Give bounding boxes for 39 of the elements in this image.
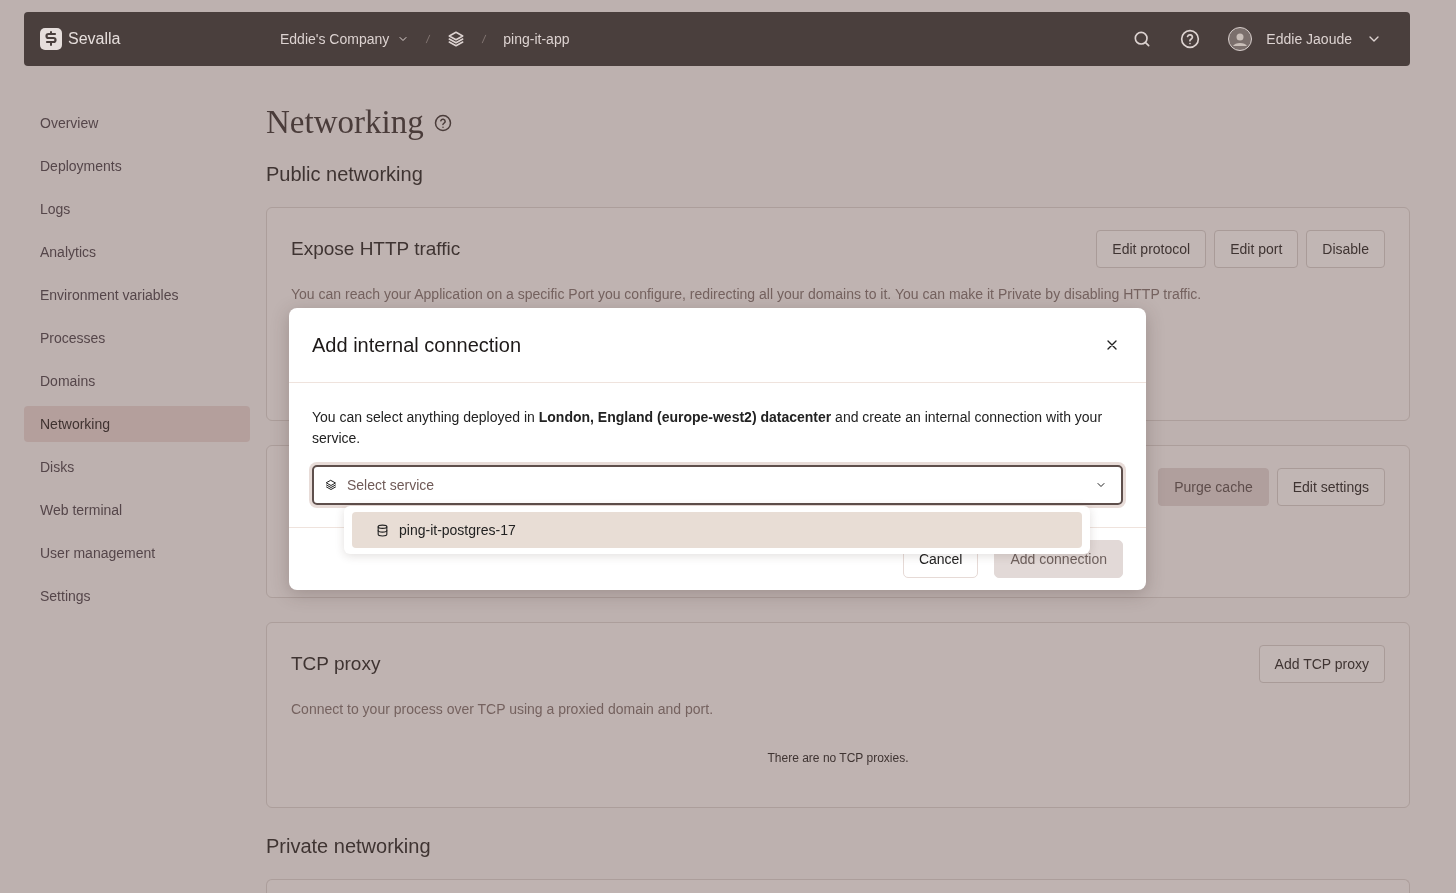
card-title: TCP proxy [291, 653, 381, 675]
sidebar-item[interactable]: Deployments [24, 148, 250, 184]
modal-title: Add internal connection [312, 333, 522, 357]
logo-icon[interactable] [40, 28, 62, 50]
sidebar-item[interactable]: Settings [24, 578, 250, 614]
sidebar-item[interactable]: User management [24, 535, 250, 571]
breadcrumb-dropdown[interactable]: Eddie's Company [280, 31, 410, 47]
action-button[interactable]: Edit settings [1276, 468, 1385, 506]
action-button[interactable]: Edit port [1214, 230, 1299, 268]
service-select[interactable]: Select service [312, 465, 1123, 505]
sidebar-item[interactable]: Overview [24, 105, 250, 141]
modal-text: You can select anything deployed in London, England (europe-west2) datacenter and create an internal connection with your service. [312, 408, 1104, 448]
section-heading: Private networking [266, 834, 432, 859]
sidebar-item[interactable]: Domains [24, 363, 250, 399]
sidebar-item[interactable]: Web terminal [24, 492, 250, 528]
sidebar-item[interactable]: Networking [24, 406, 250, 442]
sidebar-item[interactable]: Logs [24, 191, 250, 227]
section-heading: Public networking [266, 162, 424, 187]
sidebar-item[interactable]: Processes [24, 320, 250, 356]
card-title: Expose HTTP traffic [291, 238, 461, 260]
avatar-icon [1228, 27, 1253, 51]
action-button[interactable]: Disable [1306, 230, 1385, 268]
brand-name[interactable]: Sevalla [68, 30, 121, 48]
dropdown-option[interactable]: ping-it-postgres-17 [352, 512, 1082, 548]
database-icon [376, 523, 389, 537]
card-description: You can reach your Application on a specific Port you configure, redirecting all your domains to it. You can make it Private by disabling HTTP traffic. [291, 286, 1203, 302]
layers-icon[interactable] [447, 30, 466, 48]
help-icon[interactable] [433, 114, 452, 132]
page-title: Networking [266, 103, 424, 141]
sidebar-item[interactable]: Analytics [24, 234, 250, 270]
breadcrumb-link[interactable]: ping-it-app [503, 31, 570, 47]
stack-icon [325, 479, 337, 491]
sidebar-item[interactable]: Disks [24, 449, 250, 485]
card-description: Connect to your process over TCP using a proxied domain and port. [291, 701, 715, 717]
sidebar-item[interactable]: Environment variables [24, 277, 250, 313]
empty-message: There are no TCP proxies. [766, 751, 910, 765]
user-menu[interactable]: Eddie Jaoude [1228, 27, 1382, 51]
action-button[interactable]: Edit protocol [1096, 230, 1207, 268]
action-button[interactable]: Add TCP proxy [1258, 645, 1385, 683]
